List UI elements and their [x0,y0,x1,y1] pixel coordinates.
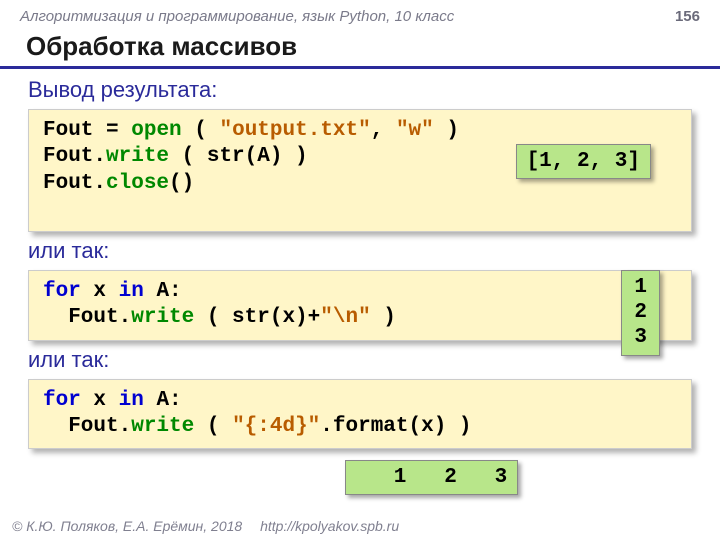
section-2-label: или так: [0,236,720,270]
code-text: "\n" [320,306,370,329]
code-text: Fout. [43,172,106,195]
code-text: for [43,389,81,412]
footer-url: http://kpolyakov.spb.ru [260,518,399,534]
code-text: ( str(A) ) [182,145,308,168]
code-text: = [106,119,119,142]
code-text: x [81,389,119,412]
copyright-text: © К.Ю. Поляков, Е.А. Ерёмин, 2018 [12,518,242,534]
course-label: Алгоритмизация и программирование, язык … [20,8,454,25]
code-text: ( [207,415,232,438]
code-text: Fout. [43,415,131,438]
code-text: open [131,119,181,142]
page-title: Обработка массивов [0,29,720,69]
code-text: .format(x) ) [320,415,471,438]
code-text: A: [144,280,182,303]
section-1-label: Вывод результата: [0,75,720,109]
code-text: write [131,415,194,438]
code-text: ) [434,119,459,142]
code-text: in [119,280,144,303]
code-block-2: for x in A: Fout.write ( str(x)+"\n" ) [28,270,692,341]
code-block-1: Fout = open ( "output.txt", "w" ) Fout.w… [28,109,692,232]
code-block-3: for x in A: Fout.write ( "{:4d}".format(… [28,379,692,450]
code-text: close [106,172,169,195]
code-text: ( str(x)+ [207,306,320,329]
code-text: "w" [396,119,434,142]
code-text: () [169,172,194,195]
code-text: "{:4d}" [232,415,320,438]
header-bar: Алгоритмизация и программирование, язык … [0,0,720,29]
output-box-3: 1 2 3 [345,460,518,495]
code-text: for [43,280,81,303]
footer: © К.Ю. Поляков, Е.А. Ерёмин, 2018 http:/… [12,518,399,534]
code-text: in [119,389,144,412]
output-box-1: [1, 2, 3] [516,144,651,179]
code-text: x [81,280,119,303]
code-text: ) [371,306,396,329]
code-text: write [131,306,194,329]
section-3-label: или так: [0,345,720,379]
code-text: , [371,119,396,142]
code-text: Fout. [43,306,131,329]
code-text: A: [144,389,182,412]
code-text: write [106,145,169,168]
page-number: 156 [675,8,700,25]
output-box-2: 1 2 3 [621,270,660,356]
code-text: Fout [43,119,93,142]
code-text: "output.txt" [220,119,371,142]
code-text: Fout. [43,145,106,168]
code-text: ( [194,119,207,142]
